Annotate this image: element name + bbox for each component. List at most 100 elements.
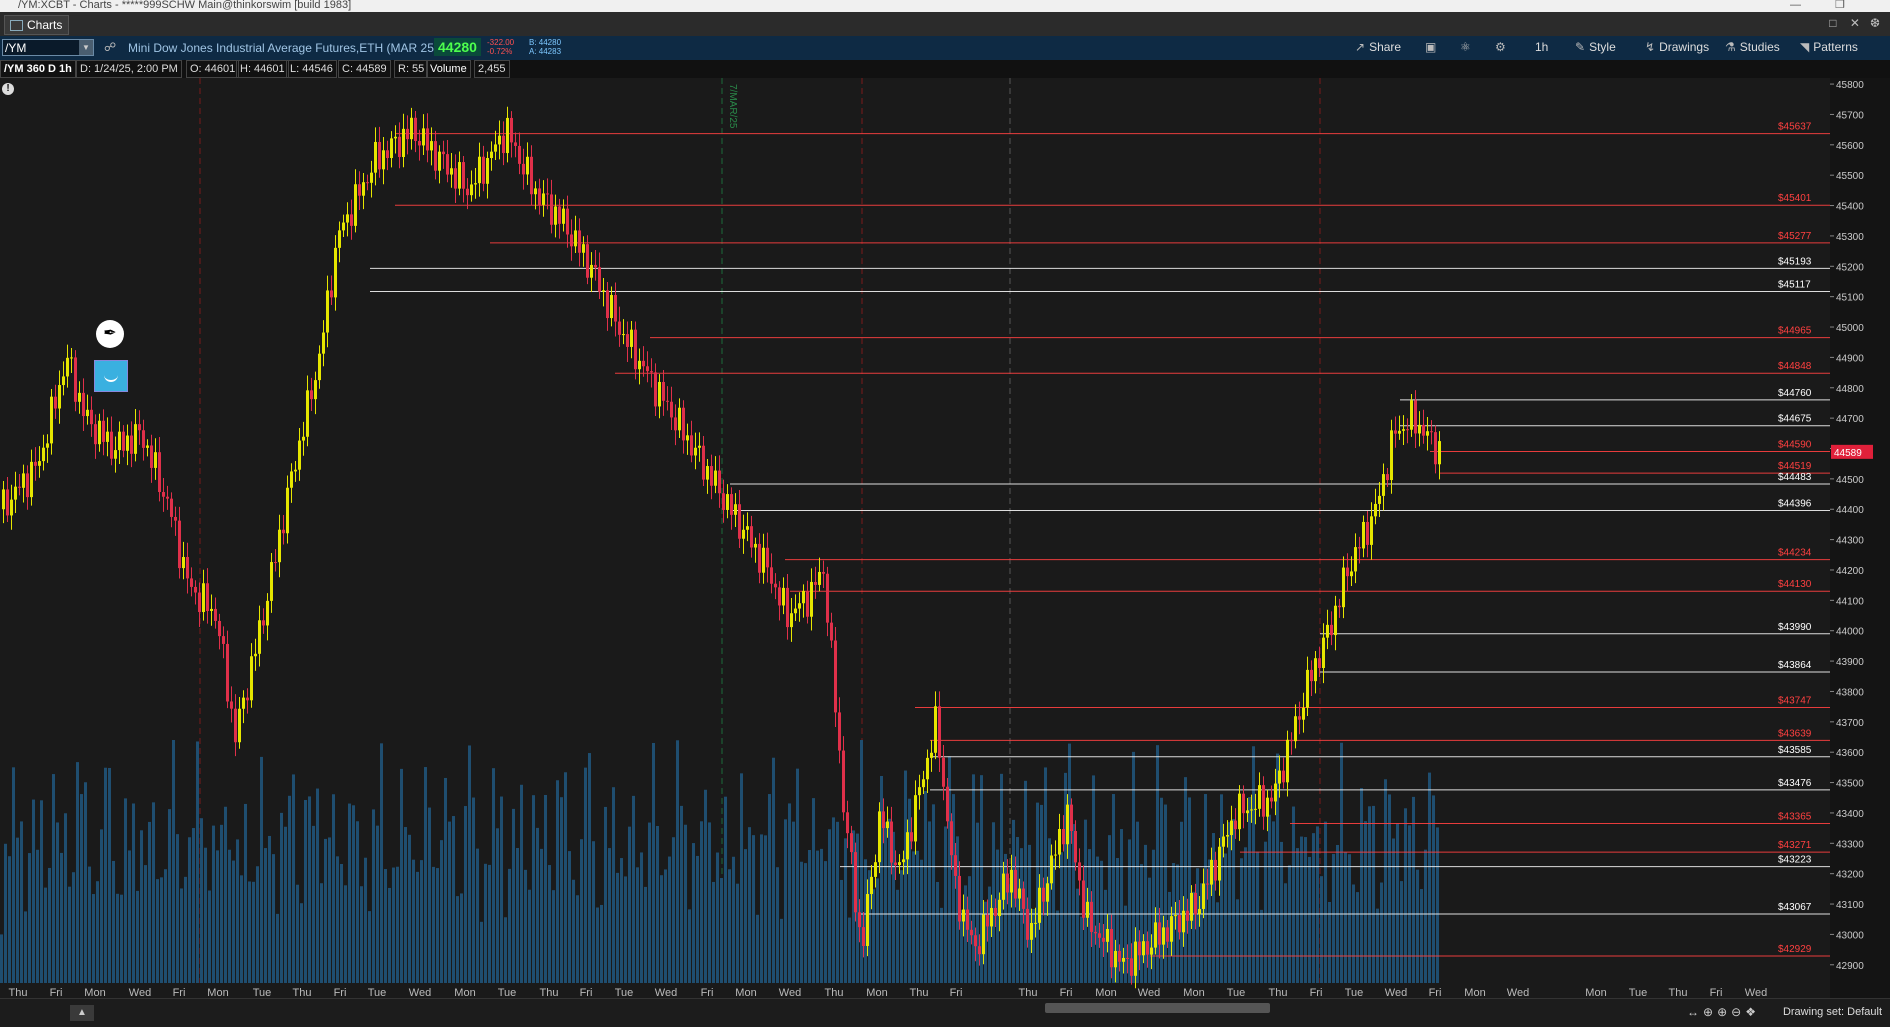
volume-bar [720, 878, 723, 983]
candle-body [10, 499, 13, 516]
x-tick-label: Mon [1183, 987, 1204, 998]
volume-bar [172, 740, 175, 983]
volume-bar [592, 841, 595, 983]
candle-body [218, 620, 221, 637]
candle-body [834, 640, 837, 713]
flask-button[interactable]: ⚛ [1460, 40, 1475, 54]
candle-body [626, 334, 629, 347]
volume-bar [568, 851, 571, 983]
volume-bar [112, 860, 115, 983]
candle-body [1210, 859, 1213, 885]
volume-bar [988, 886, 991, 983]
pin-icon[interactable]: ❆ [1870, 16, 1880, 30]
symbol-input[interactable]: /YM ▼ [2, 39, 94, 56]
zoom-controls: ↔⊕⊕⊖❖ [1687, 1005, 1760, 1019]
drawing-set-icon[interactable]: ❖ [1745, 1005, 1760, 1019]
share-button[interactable]: ↗ Share [1355, 40, 1401, 54]
candle-body [1058, 829, 1061, 855]
candle-body [982, 914, 985, 955]
x-tick-label: Mon [84, 987, 105, 998]
y-tick-label: 45300 [1836, 232, 1864, 243]
x-tick-label: Thu [1669, 987, 1688, 998]
candle-body [526, 156, 529, 175]
price-level-label: $42929 [1778, 944, 1812, 955]
restore-icon[interactable]: ❐ [1835, 0, 1845, 11]
candle-body [214, 608, 217, 621]
price-level-label: $45401 [1778, 193, 1812, 204]
volume-bar [528, 889, 531, 983]
drawings-button[interactable]: ↯ Drawings [1645, 40, 1709, 54]
studies-button[interactable]: ⚗ Studies [1725, 40, 1780, 54]
volume-bar [552, 890, 555, 983]
patterns-button[interactable]: ◥ Patterns [1800, 40, 1858, 54]
home-button[interactable]: ▲ [70, 1005, 94, 1021]
crosshair-icon[interactable]: ⊕ [1703, 1005, 1717, 1019]
minimize-icon[interactable]: — [1790, 0, 1801, 11]
candle-body [50, 396, 53, 444]
x-tick-label: Tue [368, 987, 387, 998]
volume-bar [712, 881, 715, 983]
candle-body [318, 353, 321, 381]
candle-body [578, 230, 581, 253]
drawing-marker-icon[interactable] [94, 360, 128, 392]
pan-icon[interactable]: ↔ [1687, 1005, 1703, 1019]
volume-bar [572, 879, 575, 983]
chart-canvas[interactable]: 7/MAR/25 $45637 $45401 $45277 $45193 $45117 $4… [0, 78, 1890, 999]
timeframe-button[interactable]: 1h [1535, 40, 1548, 54]
price-level-label: $44396 [1778, 498, 1812, 509]
candle-body [502, 135, 505, 154]
tab-bar: Charts □ ✕ ❆ [0, 12, 1890, 36]
volume-bar [1248, 796, 1251, 983]
volume-bar [488, 864, 491, 983]
candle-body [406, 128, 409, 140]
volume-bar [128, 850, 131, 983]
volume-bar [1364, 821, 1367, 983]
volume-bar [516, 848, 519, 983]
candle-body [122, 431, 125, 451]
drawing-set-label[interactable]: Drawing set: Default [1783, 1006, 1882, 1018]
candle-body [1038, 887, 1041, 923]
zoom-out-icon[interactable]: ⊖ [1731, 1005, 1745, 1019]
tab-charts[interactable]: Charts [4, 15, 70, 35]
volume-bar [1152, 849, 1155, 983]
price-chart[interactable]: 7/MAR/25 $45637 $45401 $45277 $45193 $45117 $4… [0, 78, 1890, 999]
candle-body [1190, 892, 1193, 921]
style-button[interactable]: ✎ Style [1575, 40, 1616, 54]
volume-bar [972, 774, 975, 983]
zoom-in-icon[interactable]: ⊕ [1717, 1005, 1731, 1019]
candle-body [798, 603, 801, 609]
flask-icon: ⚛ [1460, 40, 1471, 54]
symbol-dropdown-icon[interactable]: ▼ [79, 40, 93, 55]
volume-bar [764, 835, 767, 983]
volume-bar [704, 789, 707, 983]
alert-icon[interactable]: ! [2, 83, 14, 95]
x-tick-label: Thu [825, 987, 844, 998]
snapshot-button[interactable]: ▣ [1425, 40, 1440, 54]
settings-button[interactable]: ⚙ [1495, 40, 1510, 54]
candle-body [506, 117, 509, 154]
volume-bar [820, 848, 823, 983]
candle-body [782, 587, 785, 606]
close-icon[interactable]: ✕ [1850, 16, 1860, 30]
chart-icon [10, 20, 23, 31]
link-icon[interactable]: ☍ [104, 40, 116, 54]
symbol-value: /YM [5, 41, 27, 55]
volume-bar [580, 839, 583, 983]
candle-body [766, 547, 769, 568]
candle-body [646, 366, 649, 372]
pen-tool-icon[interactable]: ✒ [96, 320, 124, 348]
volume-bar [576, 895, 579, 983]
candle-body [890, 821, 893, 863]
volume-bar [268, 835, 271, 983]
candle-body [262, 620, 265, 626]
volume-bar [800, 861, 803, 983]
window-icon[interactable]: □ [1829, 16, 1836, 30]
price-level-label: $43747 [1778, 696, 1812, 707]
candle-body [1134, 941, 1137, 976]
candle-body [294, 469, 297, 472]
candle-body [666, 400, 669, 402]
volume-bar [588, 753, 591, 983]
horizontal-scrollbar[interactable] [1045, 1003, 1270, 1013]
volume-bar [748, 827, 751, 983]
volume-bar [1224, 853, 1227, 983]
